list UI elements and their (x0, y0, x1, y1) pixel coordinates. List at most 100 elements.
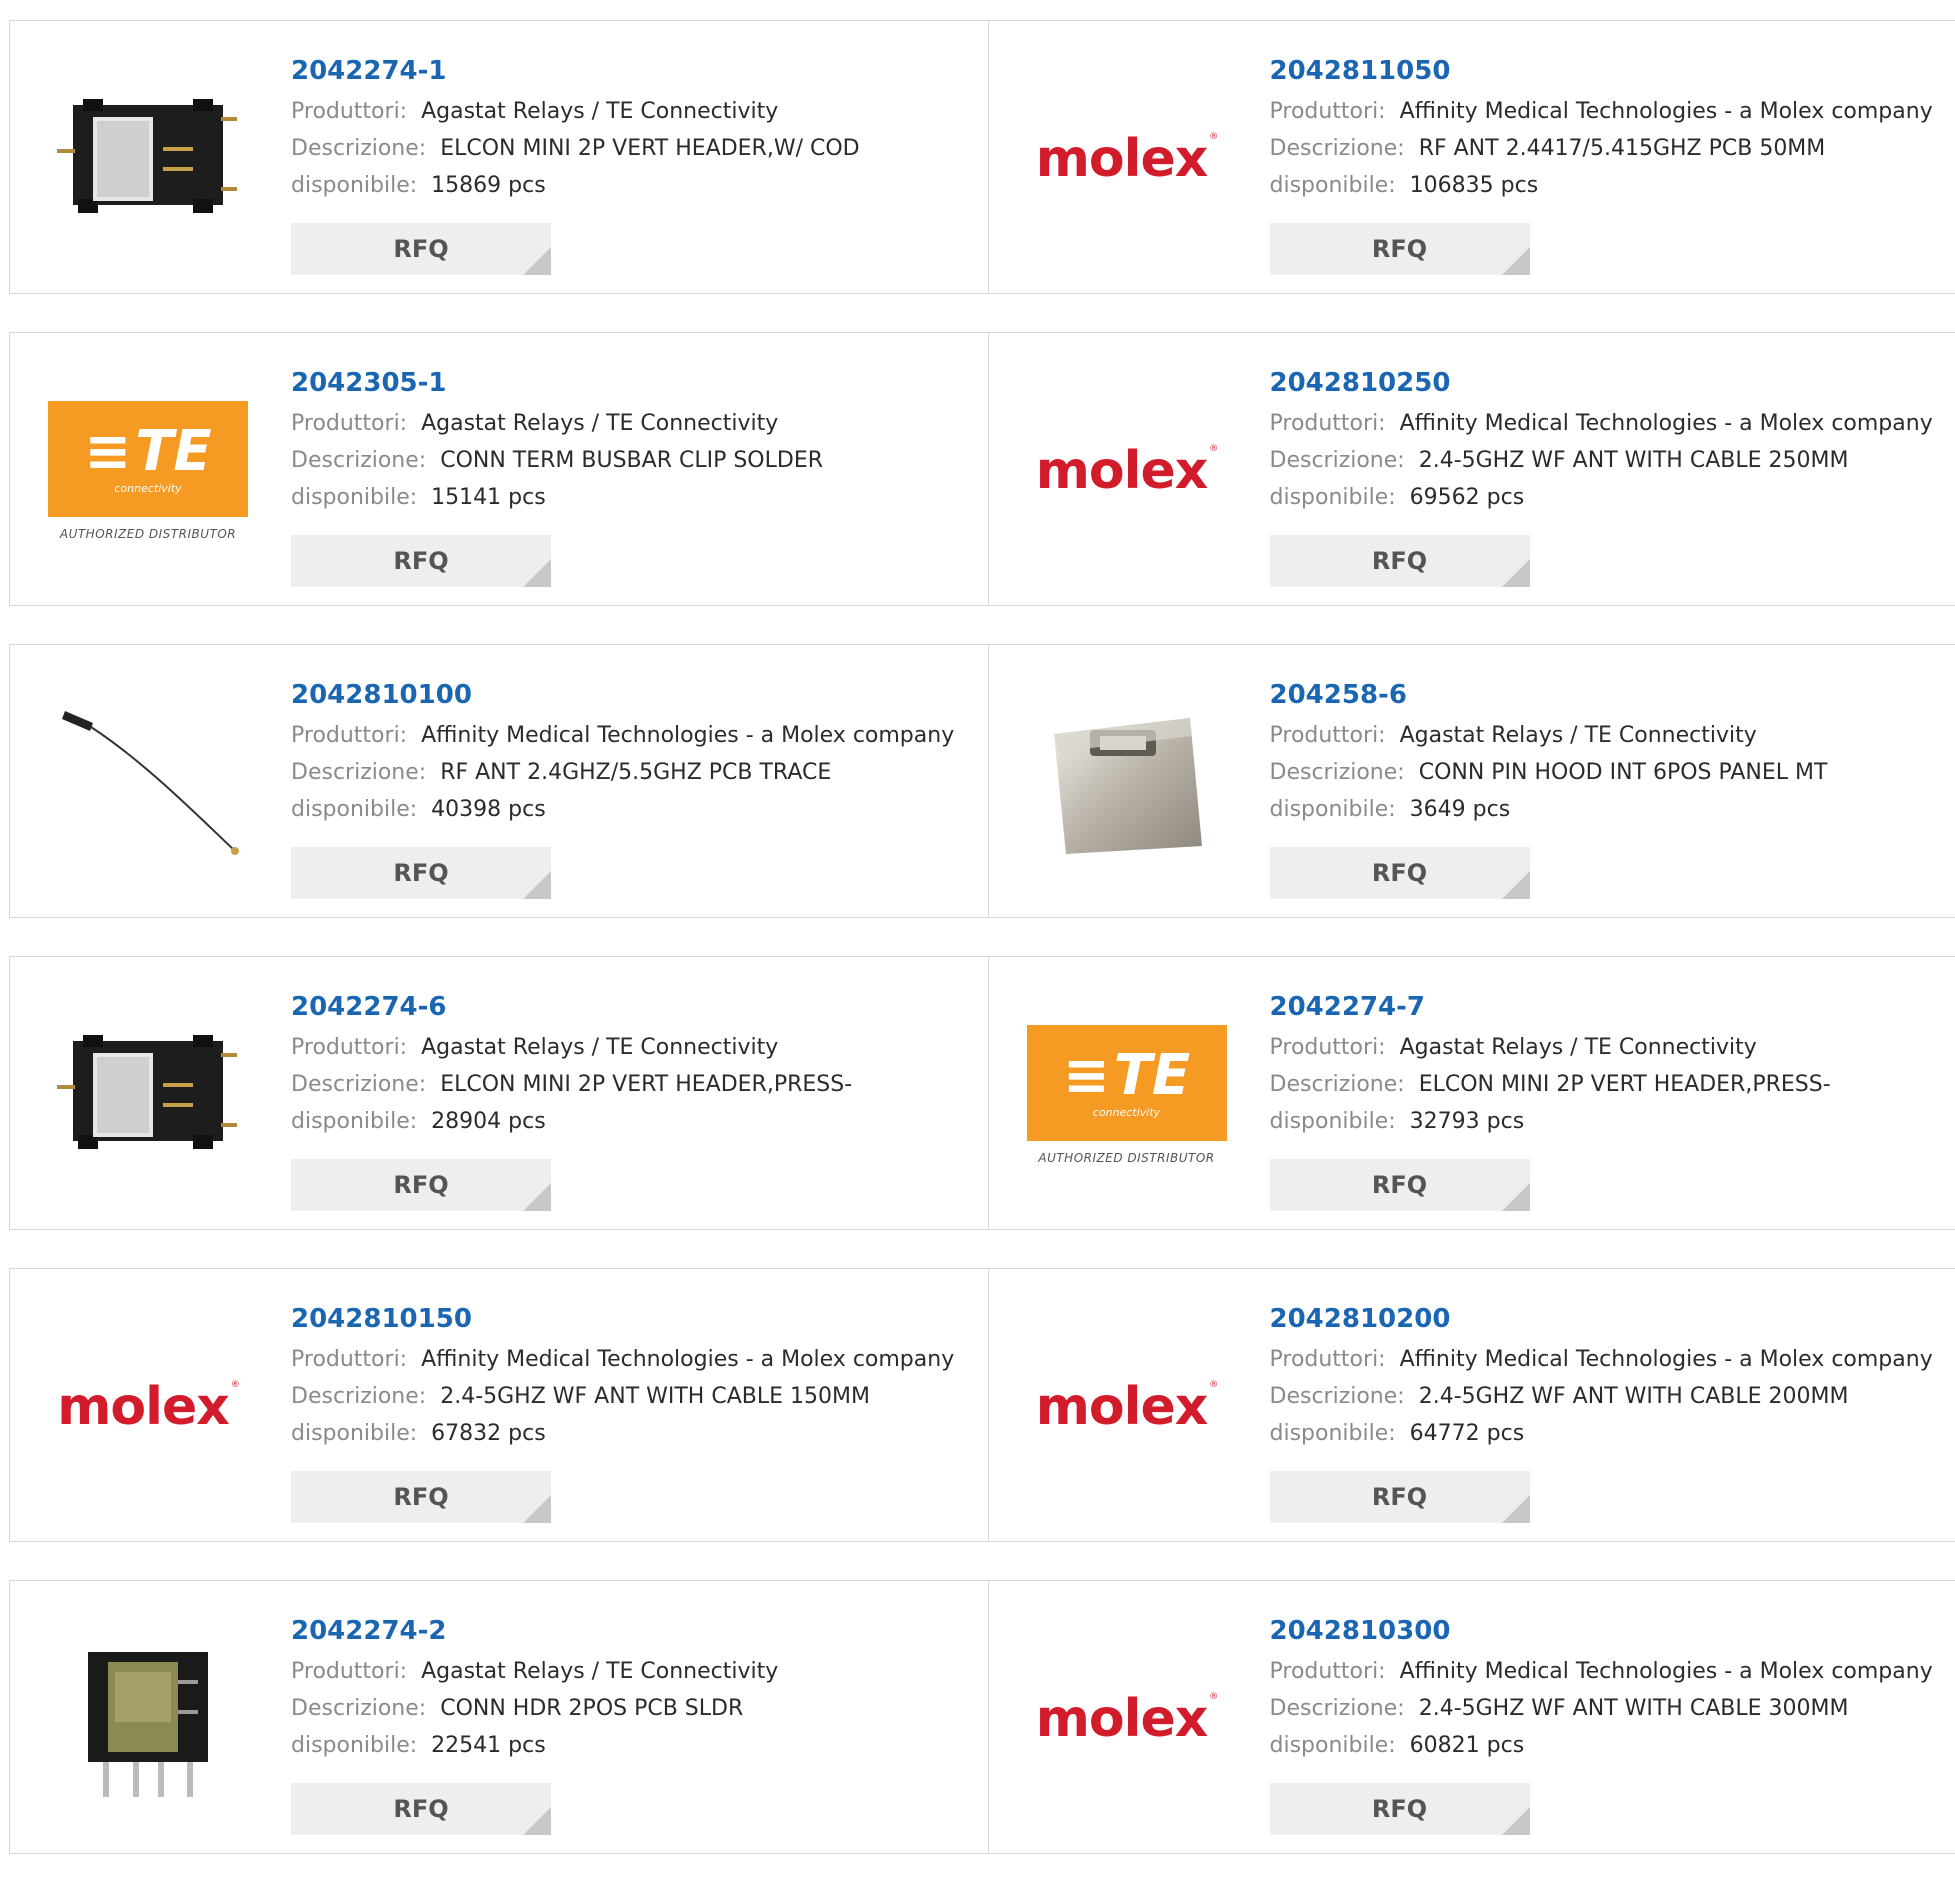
molex-logo: molex® (1036, 445, 1218, 497)
availability-label: disponibile: (291, 1109, 417, 1134)
te-sub-text: connectivity (114, 482, 181, 495)
product-image[interactable] (48, 1015, 248, 1175)
te-stripes-icon: ≡ (84, 419, 125, 484)
manufacturer-label: Produttori: (291, 411, 407, 436)
product-image[interactable]: ≡TEconnectivityAUTHORIZED DISTRIBUTOR (1027, 1015, 1227, 1175)
rfq-button[interactable]: RFQ (1270, 1159, 1530, 1211)
description-label: Descrizione: (1270, 1072, 1405, 1097)
rfq-label: RFQ (393, 235, 448, 263)
manufacturer-value: Agastat Relays / TE Connectivity (421, 99, 778, 124)
description-value: ELCON MINI 2P VERT HEADER,PRESS- (1419, 1072, 1831, 1097)
availability-label: disponibile: (291, 1421, 417, 1446)
availability-label: disponibile: (1270, 1109, 1396, 1134)
molex-registered-mark: ® (1209, 1692, 1217, 1702)
manufacturer-label: Produttori: (291, 1035, 407, 1060)
corner-triangle-icon (523, 1807, 551, 1835)
manufacturer-label: Produttori: (1270, 411, 1386, 436)
part-number-link[interactable]: 2042810200 (1270, 1299, 1933, 1341)
molex-logo: molex® (57, 1381, 239, 1433)
part-number-link[interactable]: 2042810300 (1270, 1611, 1933, 1653)
product-image[interactable]: molex® (1027, 391, 1227, 551)
availability-label: disponibile: (291, 485, 417, 510)
description-label: Descrizione: (291, 448, 426, 473)
part-number-link[interactable]: 2042305-1 (291, 363, 823, 405)
product-image[interactable]: ≡TEconnectivityAUTHORIZED DISTRIBUTOR (48, 391, 248, 551)
molex-logo-text: molex (1036, 129, 1208, 189)
rfq-button[interactable]: RFQ (291, 847, 551, 899)
rfq-button[interactable]: RFQ (291, 1783, 551, 1835)
description-value: 2.4-5GHZ WF ANT WITH CABLE 300MM (1419, 1696, 1849, 1721)
availability-row: disponibile:40398 pcs (291, 791, 954, 828)
product-image[interactable] (48, 703, 248, 863)
rfq-label: RFQ (393, 859, 448, 887)
product-image[interactable]: molex® (1027, 79, 1227, 239)
te-connectivity-logo: ≡TEconnectivityAUTHORIZED DISTRIBUTOR (48, 401, 248, 541)
product-image[interactable] (1027, 703, 1227, 863)
manufacturer-row: Produttori:Agastat Relays / TE Connectiv… (291, 1029, 852, 1066)
product-image[interactable] (48, 1639, 248, 1799)
rfq-button[interactable]: RFQ (291, 1471, 551, 1523)
part-number-link[interactable]: 2042274-7 (1270, 987, 1831, 1029)
rfq-button[interactable]: RFQ (1270, 847, 1530, 899)
manufacturer-value: Agastat Relays / TE Connectivity (1400, 723, 1757, 748)
product-info: 2042274-7 Produttori: Agastat Relays / TE… (1270, 987, 1831, 1140)
availability-value: 15141 pcs (431, 485, 546, 510)
rfq-label: RFQ (393, 547, 448, 575)
part-number-link[interactable]: 2042811050 (1270, 51, 1933, 93)
availability-label: disponibile: (291, 173, 417, 198)
rfq-button[interactable]: RFQ (291, 535, 551, 587)
te-logo-text: TE (135, 419, 211, 484)
part-number-link[interactable]: 2042274-2 (291, 1611, 778, 1653)
availability-value: 32793 pcs (1410, 1109, 1525, 1134)
description-value: RF ANT 2.4GHZ/5.5GHZ PCB TRACE (440, 760, 831, 785)
description-value: 2.4-5GHZ WF ANT WITH CABLE 250MM (1419, 448, 1849, 473)
manufacturer-row: Produttori:Agastat Relays / TE Connectiv… (291, 93, 860, 130)
availability-value: 40398 pcs (431, 797, 546, 822)
te-logo-box: ≡TEconnectivity (48, 401, 248, 517)
molex-logo-text: molex (1036, 1377, 1208, 1437)
manufacturer-row: Produttori:Agastat Relays / TE Connectiv… (291, 1653, 778, 1690)
manufacturer-value: Agastat Relays / TE Connectivity (421, 411, 778, 436)
rfq-button[interactable]: RFQ (291, 1159, 551, 1211)
te-logo-text: TE (1114, 1043, 1190, 1108)
availability-value: 69562 pcs (1410, 485, 1525, 510)
antenna-cable-icon (53, 701, 243, 865)
rfq-label: RFQ (1372, 235, 1427, 263)
corner-triangle-icon (1502, 1183, 1530, 1211)
manufacturer-label: Produttori: (1270, 1035, 1386, 1060)
part-number-link[interactable]: 2042810100 (291, 675, 954, 717)
availability-row: disponibile:69562 pcs (1270, 479, 1933, 516)
product-image[interactable] (48, 79, 248, 239)
product-grid: 2042274-1 Produttori:Agastat Relays / TE… (9, 20, 1955, 1892)
description-row: Descrizione:CONN TERM BUSBAR CLIP SOLDER (291, 442, 823, 479)
part-number-link[interactable]: 2042810250 (1270, 363, 1933, 405)
product-image[interactable]: molex® (1027, 1639, 1227, 1799)
rfq-label: RFQ (393, 1171, 448, 1199)
availability-label: disponibile: (291, 1733, 417, 1758)
manufacturer-value: Affinity Medical Technologies - a Molex … (1400, 411, 1933, 436)
availability-label: disponibile: (1270, 1733, 1396, 1758)
part-number-link[interactable]: 2042274-6 (291, 987, 852, 1029)
product-image[interactable]: molex® (1027, 1327, 1227, 1487)
rfq-button[interactable]: RFQ (1270, 535, 1530, 587)
rfq-button[interactable]: RFQ (1270, 1471, 1530, 1523)
manufacturer-value: Agastat Relays / TE Connectivity (1400, 1035, 1757, 1060)
availability-value: 3649 pcs (1410, 797, 1511, 822)
product-card: molex® 2042810200 Produttori:Affinity Me… (988, 1269, 1955, 1541)
description-label: Descrizione: (291, 1696, 426, 1721)
product-info: 2042811050 Produttori:Affinity Medical T… (1270, 51, 1933, 204)
corner-triangle-icon (523, 1183, 551, 1211)
product-image[interactable]: molex® (48, 1327, 248, 1487)
part-number-link[interactable]: 2042274-1 (291, 51, 860, 93)
manufacturer-row: Produttori:Affinity Medical Technologies… (291, 1341, 954, 1378)
rfq-button[interactable]: RFQ (1270, 223, 1530, 275)
part-number-link[interactable]: 2042810150 (291, 1299, 954, 1341)
part-number-link[interactable]: 204258-6 (1270, 675, 1828, 717)
rfq-button[interactable]: RFQ (291, 223, 551, 275)
description-row: Descrizione:2.4-5GHZ WF ANT WITH CABLE 3… (1270, 1690, 1933, 1727)
rfq-button[interactable]: RFQ (1270, 1783, 1530, 1835)
availability-row: disponibile: 32793 pcs (1270, 1103, 1831, 1140)
molex-registered-mark: ® (1209, 1380, 1217, 1390)
rfq-label: RFQ (1372, 547, 1427, 575)
manufacturer-row: Produttori:Affinity Medical Technologies… (291, 717, 954, 754)
